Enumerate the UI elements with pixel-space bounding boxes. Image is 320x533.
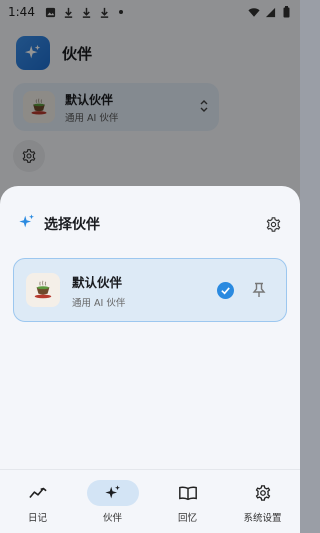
nav-item-diary[interactable]: 日记 (0, 470, 75, 533)
gear-icon (266, 216, 281, 232)
tea-cup-avatar-icon (26, 273, 60, 307)
nav-item-system-settings[interactable]: 系统设置 (225, 470, 300, 533)
sheet-header: 选择伙伴 (18, 212, 282, 236)
pin-button[interactable] (252, 282, 266, 298)
pin-icon (252, 282, 266, 297)
partner-list-item[interactable]: 默认伙伴 通用 AI 伙伴 (13, 258, 287, 322)
gear-icon (255, 485, 270, 501)
trend-line-icon (28, 487, 47, 499)
bottom-nav: 日记 伙伴 回忆 系统设置 (0, 469, 300, 533)
sparkle-icon (104, 485, 120, 499)
nav-label-memories: 回忆 (177, 513, 197, 524)
nav-label-system-settings: 系统设置 (243, 513, 282, 524)
partner-name: 默认伙伴 (72, 274, 123, 290)
selected-check-icon (217, 281, 234, 299)
sparkle-icon (18, 213, 36, 235)
partner-subtitle: 通用 AI 伙伴 (72, 297, 126, 309)
nav-item-memories[interactable]: 回忆 (150, 470, 225, 533)
open-book-icon (178, 486, 197, 501)
nav-label-partner: 伙伴 (102, 513, 122, 524)
nav-item-partner[interactable]: 伙伴 (75, 470, 150, 533)
sheet-settings-button[interactable] (265, 216, 282, 233)
sheet-title: 选择伙伴 (44, 217, 100, 233)
nav-label-diary: 日记 (27, 513, 47, 524)
